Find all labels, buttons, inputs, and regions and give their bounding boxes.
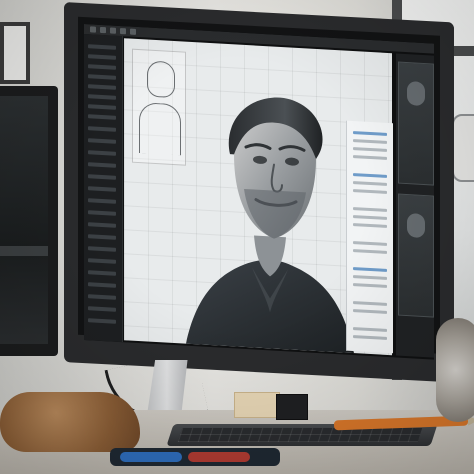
layers-panel-row[interactable]: [88, 104, 116, 110]
sketch-body: [139, 102, 181, 156]
layers-panel-row[interactable]: [88, 198, 116, 204]
layers-panel-row[interactable]: [88, 174, 116, 180]
properties-line: [353, 249, 387, 254]
layers-panel-row[interactable]: [88, 138, 116, 144]
properties-line: [353, 283, 387, 288]
sketch-head: [147, 60, 175, 99]
properties-line: [353, 309, 387, 314]
layers-panel-row[interactable]: [88, 246, 116, 252]
layers-panel-row[interactable]: [88, 210, 116, 216]
properties-line: [353, 131, 387, 136]
lamp: [452, 114, 474, 182]
toolbar-tool-icon[interactable]: [100, 26, 106, 34]
preview-face-icon: [407, 213, 425, 239]
markers: [110, 448, 280, 466]
properties-line: [353, 155, 387, 160]
properties-line: [353, 241, 387, 246]
layers-panel-row[interactable]: [88, 74, 116, 80]
properties-line: [353, 275, 387, 280]
monitor-screen: [84, 24, 434, 360]
layers-panel-row[interactable]: [88, 282, 116, 288]
marker-blue: [120, 452, 182, 462]
layers-panel-row[interactable]: [88, 94, 116, 100]
toolbar-tool-icon[interactable]: [90, 26, 96, 33]
marker-red: [188, 452, 250, 462]
layers-panel: [84, 34, 123, 343]
secondary-monitor-screen: [0, 96, 48, 344]
drawing-canvas[interactable]: [124, 38, 393, 356]
properties-line: [353, 301, 387, 306]
layers-panel-row[interactable]: [88, 186, 116, 192]
properties-line: [353, 189, 387, 194]
preview-thumbnail[interactable]: [398, 61, 434, 186]
properties-line: [353, 181, 387, 186]
keyboard-keys[interactable]: [177, 428, 423, 442]
properties-line: [353, 147, 387, 152]
desk-box: [234, 392, 280, 418]
layers-panel-row[interactable]: [88, 84, 116, 90]
photo-scene: [0, 0, 474, 474]
layers-panel-row[interactable]: [88, 54, 116, 60]
secondary-monitor-ui-strip: [0, 246, 48, 256]
preview-thumbnail[interactable]: [398, 193, 434, 318]
toolbar-tool-icon[interactable]: [120, 28, 126, 35]
properties-line: [353, 335, 387, 340]
properties-line: [353, 223, 387, 228]
layers-panel-row[interactable]: [88, 258, 116, 264]
toolbar-tool-icon[interactable]: [130, 28, 136, 35]
properties-line: [353, 327, 387, 332]
wall-frame: [0, 22, 30, 84]
layers-panel-row[interactable]: [88, 114, 116, 120]
layers-panel-row[interactable]: [88, 64, 116, 70]
layers-panel-row[interactable]: [88, 222, 116, 228]
portrait-artwork: [186, 97, 354, 354]
layers-panel-row[interactable]: [88, 150, 116, 156]
properties-line: [353, 173, 387, 178]
layers-panel-row[interactable]: [88, 318, 116, 324]
layers-panel-row[interactable]: [88, 234, 116, 240]
properties-line: [353, 139, 387, 144]
desk-device: [276, 394, 308, 420]
secondary-monitor: [0, 86, 58, 356]
preview-panels: [396, 53, 434, 358]
properties-line: [353, 207, 387, 212]
cloth: [0, 392, 140, 452]
layers-panel-row[interactable]: [88, 44, 116, 50]
properties-line: [353, 215, 387, 220]
layers-panel-row[interactable]: [88, 306, 116, 312]
layers-panel-row[interactable]: [88, 162, 116, 168]
layers-panel-row[interactable]: [88, 270, 116, 276]
speaker: [436, 318, 474, 422]
toolbar-tool-icon[interactable]: [110, 27, 116, 34]
layers-panel-row[interactable]: [88, 126, 116, 132]
layers-panel-row[interactable]: [88, 294, 116, 300]
preview-face-icon: [407, 81, 425, 107]
properties-line: [353, 267, 387, 272]
properties-panel: [346, 120, 393, 354]
